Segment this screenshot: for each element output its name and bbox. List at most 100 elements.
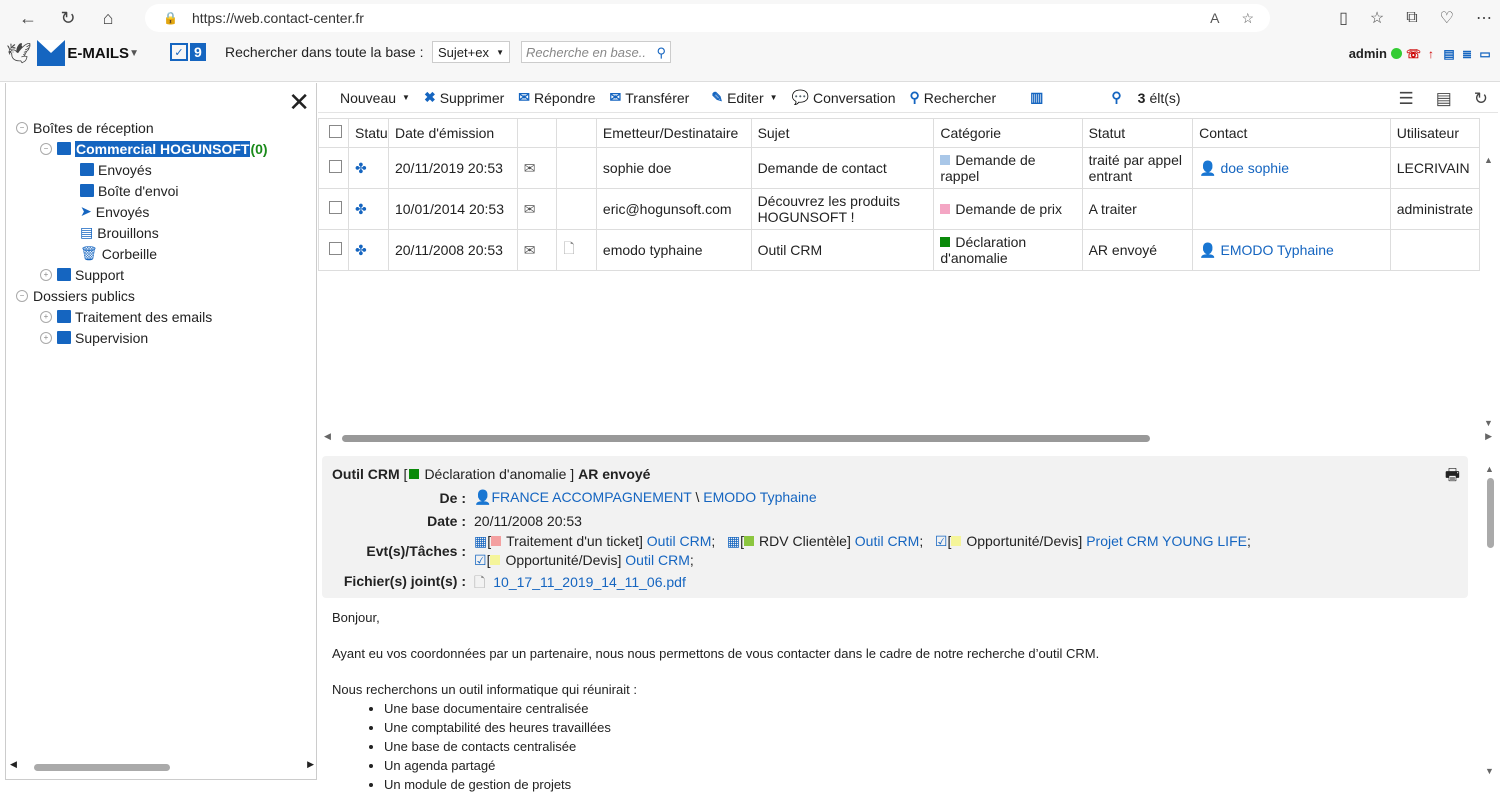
scroll-right-icon[interactable]: ▶ (307, 759, 314, 770)
cell-from: eric@hogunsoft.com (595, 188, 752, 230)
scroll-left-icon[interactable]: ◀ (324, 431, 331, 442)
tree-item-inboxes[interactable]: − Boîtes de réception (16, 117, 268, 138)
search-input[interactable]: Recherche en base.. ⚲ (521, 41, 671, 63)
table-row[interactable]: ✤ 20/11/2019 20:53 ✉ sophie doe Demande … (318, 147, 1481, 189)
scroll-down-icon[interactable]: ▼ (1485, 766, 1494, 776)
favorites-icon[interactable]: ☆ (1370, 8, 1384, 28)
read-aloud-icon[interactable]: A (1210, 10, 1219, 27)
column-header[interactable] (516, 118, 558, 148)
column-header[interactable]: Statut (1081, 118, 1194, 148)
expand-icon[interactable]: + (40, 268, 52, 281)
search-button[interactable]: ⚲ Rechercher (910, 89, 997, 106)
more-menu-icon[interactable]: ⋯ (1476, 8, 1492, 28)
scroll-up-icon[interactable]: ▲ (1485, 464, 1494, 474)
collapse-icon[interactable]: − (16, 121, 28, 134)
refresh-icon[interactable]: ↻ (1474, 89, 1488, 109)
arrow-up-icon[interactable]: ↑ (1424, 47, 1438, 61)
horizontal-scrollbar[interactable]: ◀ ▶ (10, 759, 314, 773)
tree-item-public[interactable]: − Dossiers publics (16, 285, 268, 306)
chevron-down-icon[interactable]: ▼ (129, 48, 139, 59)
refresh-icon[interactable]: ↻ (48, 0, 88, 36)
body-vertical-scrollbar[interactable]: ▲ ▼ (1484, 464, 1496, 776)
tree-item-sent-2[interactable]: ➤ Envoyés (16, 201, 268, 222)
tree-item-supervision[interactable]: + Supervision (16, 327, 268, 348)
tree-item-sent[interactable]: Envoyés (16, 159, 268, 180)
attachment-link[interactable]: 10_17_11_2019_14_11_06.pdf (493, 574, 686, 590)
delete-button[interactable]: ✖ Supprimer (424, 89, 504, 106)
collections-icon[interactable]: ⧉ (1406, 9, 1417, 27)
export-icon[interactable]: ▤ (1442, 47, 1456, 61)
tree-item-outbox[interactable]: Boîte d'envoi (16, 180, 268, 201)
scroll-left-icon[interactable]: ◀ (10, 759, 17, 770)
collapse-icon[interactable]: − (16, 289, 28, 302)
tree-item-trash[interactable]: 🗑 Corbeille (16, 243, 268, 264)
conversation-button[interactable]: 💬 Conversation (792, 89, 896, 106)
column-header[interactable]: Statu (348, 118, 389, 148)
row-checkbox[interactable] (329, 160, 342, 173)
row-checkbox[interactable] (329, 201, 342, 214)
menu-icon[interactable]: ☰ (1398, 89, 1413, 109)
extensions-icon[interactable]: ♡ (1440, 8, 1454, 28)
database-icon[interactable]: ≣ (1460, 47, 1474, 61)
app-logo[interactable]: 🕊 E-MAILS ▼ (6, 40, 139, 66)
scrollbar-thumb[interactable] (34, 764, 170, 771)
select-all-checkbox[interactable] (329, 125, 342, 138)
column-header[interactable]: Date d'émission (387, 118, 518, 148)
collapse-icon[interactable]: − (40, 142, 52, 155)
disk-icon[interactable]: ▭ (1478, 47, 1492, 61)
new-button[interactable]: Nouveau ▼ (340, 90, 410, 106)
phone-icon[interactable]: ☏ (1406, 47, 1421, 61)
scroll-up-icon[interactable]: ▲ (1484, 155, 1493, 165)
event-link[interactable]: Outil CRM (625, 552, 690, 568)
person-link[interactable]: EMODO Typhaine (703, 489, 816, 505)
column-header[interactable]: Contact (1192, 118, 1391, 148)
split-screen-icon[interactable]: ▯ (1339, 8, 1348, 28)
forward-button[interactable]: ✉ Transférer (610, 89, 690, 106)
contact-link[interactable]: doe sophie (1220, 160, 1289, 176)
scrollbar-thumb[interactable] (1487, 478, 1494, 548)
edit-button[interactable]: ✎ Editer ▼ (711, 89, 777, 106)
print-icon[interactable]: 🖶 (1445, 464, 1460, 491)
stats-button[interactable]: ▥ (1030, 89, 1047, 106)
event-link[interactable]: Outil CRM (647, 533, 712, 549)
tree-item-commercial[interactable]: − Commercial HOGUNSOFT (0) (16, 138, 268, 159)
favorite-star-icon[interactable]: ☆ (1241, 10, 1254, 27)
column-header[interactable]: Utilisateur (1389, 118, 1481, 148)
scrollbar-thumb[interactable] (342, 435, 1150, 442)
select-all-header[interactable] (318, 118, 349, 148)
table-horizontal-scrollbar[interactable]: ◀ ▶ (322, 431, 1494, 444)
home-icon[interactable]: ⌂ (88, 0, 128, 36)
scroll-down-icon[interactable]: ▼ (1484, 418, 1493, 428)
tasks-button[interactable]: ✓ 9 (170, 43, 206, 61)
column-header[interactable]: Emetteur/Destinataire (595, 118, 752, 148)
table-row[interactable]: ✤ 10/01/2014 20:53 ✉ eric@hogunsoft.com … (318, 188, 1481, 230)
table-vertical-scrollbar[interactable]: ▲ ▼ (1484, 153, 1496, 428)
tree-item-support[interactable]: + Support (16, 264, 268, 285)
reply-button[interactable]: ✉ Répondre (518, 89, 595, 106)
event-link[interactable]: Outil CRM (855, 533, 920, 549)
address-bar[interactable]: 🔒 https://web.contact-center.fr A ☆ (145, 4, 1270, 32)
search-scope-select[interactable]: Sujet+ex ▼ (432, 41, 510, 63)
tree-item-traitement[interactable]: + Traitement des emails (16, 306, 268, 327)
column-header[interactable] (556, 118, 597, 148)
cell-attachment (556, 147, 597, 189)
table-row[interactable]: ✤ 20/11/2008 20:53 ✉ 🗋 emodo typhaine Ou… (318, 229, 1481, 271)
cell-contact[interactable]: 👤 EMODO Typhaine (1192, 229, 1391, 271)
column-header[interactable]: Catégorie (933, 118, 1083, 148)
tree-item-drafts[interactable]: ▤ Brouillons (16, 222, 268, 243)
event-link[interactable]: Projet CRM YOUNG LIFE (1086, 533, 1247, 549)
company-link[interactable]: FRANCE ACCOMPAGNEMENT (491, 489, 691, 505)
layout-icon[interactable]: ▤ (1436, 89, 1452, 109)
back-icon[interactable]: ← (8, 0, 48, 36)
cell-contact[interactable]: 👤 doe sophie (1192, 147, 1391, 189)
row-checkbox[interactable] (329, 242, 342, 255)
expand-icon[interactable]: + (40, 310, 52, 323)
close-icon[interactable]: ✕ (288, 87, 310, 118)
expand-icon[interactable]: + (40, 331, 52, 344)
search-icon[interactable]: ⚲ (1111, 89, 1121, 106)
delete-x-icon: ✖ (423, 89, 436, 105)
contact-link[interactable]: EMODO Typhaine (1220, 242, 1333, 258)
search-icon[interactable]: ⚲ (656, 45, 666, 61)
column-header[interactable]: Sujet (750, 118, 935, 148)
scroll-right-icon[interactable]: ▶ (1485, 431, 1492, 442)
